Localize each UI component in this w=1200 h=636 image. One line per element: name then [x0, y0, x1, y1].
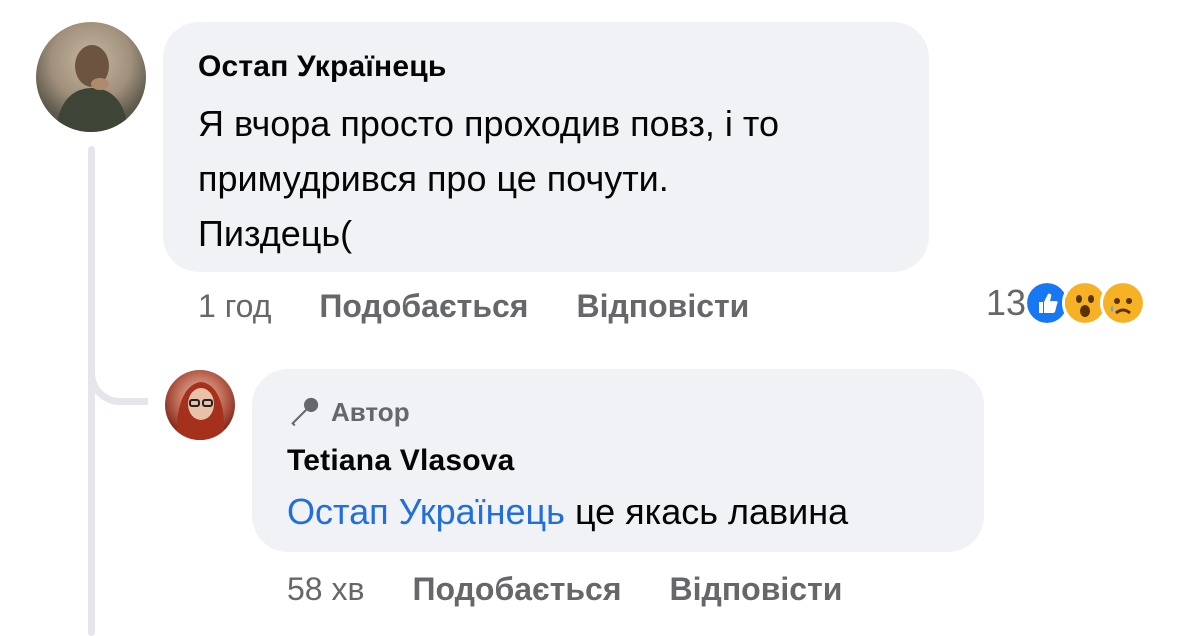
sad-icon — [1100, 280, 1147, 326]
reaction-count: 13 — [986, 282, 1027, 323]
like-button[interactable]: Подобається — [319, 288, 528, 325]
mention-link[interactable]: Остап Українець — [287, 491, 565, 532]
thread-connector — [88, 330, 148, 405]
reply-time[interactable]: 58 хв — [287, 571, 364, 608]
comment-text: Я вчора просто проходив повз, і то приму… — [198, 103, 780, 254]
comment-bubble: Остап Українець Я вчора просто проходив … — [163, 22, 929, 272]
reactions-summary[interactable]: 13 — [986, 280, 1147, 326]
avatar-photo — [176, 382, 225, 440]
avatar-photo — [56, 45, 128, 132]
reply-meta: 58 хв Подобається Відповісти — [287, 571, 890, 608]
comment-meta: 1 год Подобається Відповісти — [198, 288, 797, 325]
microphone-icon — [291, 397, 319, 427]
comment-author[interactable]: Остап Українець — [198, 50, 447, 84]
avatar[interactable] — [165, 370, 235, 440]
avatar[interactable] — [36, 22, 146, 132]
reply-button[interactable]: Відповісти — [576, 288, 749, 325]
comment-time[interactable]: 1 год — [198, 288, 271, 325]
reply-text-body: це якась лавина — [564, 491, 849, 532]
author-badge: Автор — [287, 395, 410, 429]
reply-author[interactable]: Tetiana Vlasova — [287, 444, 515, 478]
badge-label: Автор — [331, 396, 410, 427]
reply-text: Остап Українець це якась лавина — [287, 489, 848, 534]
reply-bubble: Автор Tetiana Vlasova Остап Українець це… — [252, 369, 984, 552]
reply-button[interactable]: Відповісти — [670, 571, 843, 608]
like-button[interactable]: Подобається — [412, 571, 621, 608]
